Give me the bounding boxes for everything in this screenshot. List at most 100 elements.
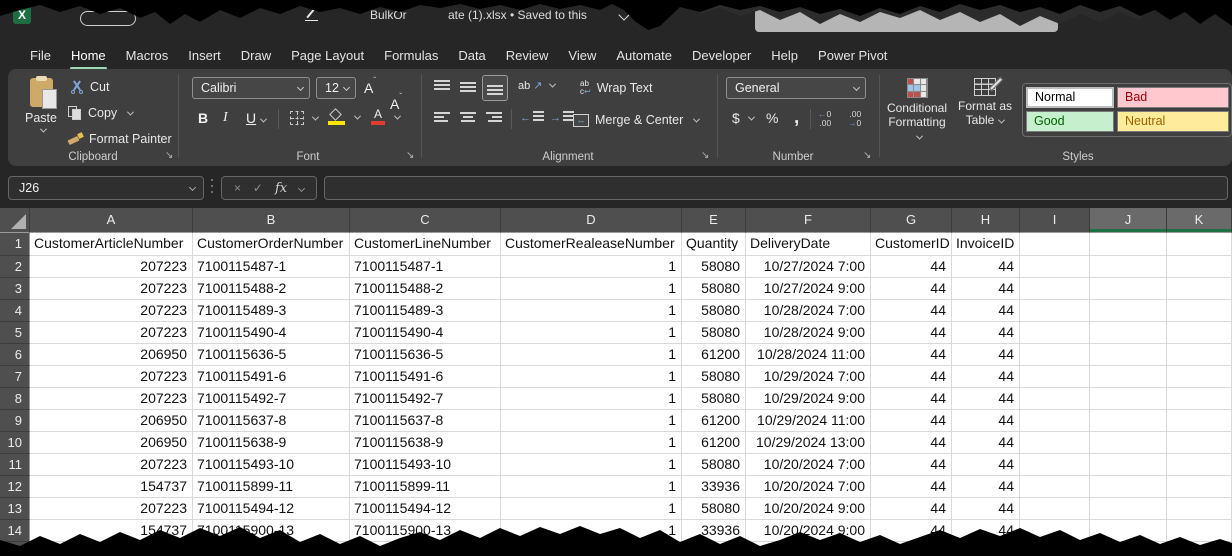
cell[interactable]: 58080 [682, 366, 746, 388]
cell[interactable] [1167, 542, 1232, 556]
cell[interactable]: 44 [952, 410, 1020, 432]
cell[interactable]: 44 [871, 410, 952, 432]
tab-formulas[interactable]: Formulas [374, 43, 448, 68]
cell[interactable]: 1 [501, 366, 682, 388]
cell[interactable]: 44 [871, 322, 952, 344]
cell[interactable]: 7100115491-6 [193, 366, 350, 388]
cell[interactable]: 44 [871, 344, 952, 366]
cell[interactable]: 207223 [30, 454, 193, 476]
cell[interactable]: 58080 [682, 256, 746, 278]
cell[interactable]: 1 [501, 410, 682, 432]
cell[interactable]: 44 [871, 432, 952, 454]
cell[interactable]: 1 [501, 432, 682, 454]
row-header[interactable]: 8 [0, 388, 30, 410]
cell[interactable]: 10/29/2024 9:00 [746, 388, 871, 410]
cell[interactable]: InvoiceID [952, 233, 1020, 256]
cell[interactable] [1090, 278, 1167, 300]
row-header[interactable] [0, 542, 30, 556]
cell[interactable]: 207223 [30, 278, 193, 300]
cell[interactable] [1167, 322, 1232, 344]
tab-help[interactable]: Help [761, 43, 808, 68]
cell[interactable] [1020, 542, 1090, 556]
bold-button[interactable]: B [198, 110, 208, 126]
cell[interactable] [1020, 300, 1090, 322]
cell[interactable]: 7100115487-1 [350, 256, 501, 278]
cell[interactable]: 7100115492-7 [193, 388, 350, 410]
row-header[interactable]: 13 [0, 498, 30, 520]
cell[interactable] [1090, 233, 1167, 256]
cell[interactable]: 7100115638-9 [350, 432, 501, 454]
cell[interactable]: 7100115490-4 [193, 322, 350, 344]
comma-style-button[interactable]: , [794, 113, 799, 123]
cell[interactable]: 1 [501, 256, 682, 278]
tab-power-pivot[interactable]: Power Pivot [808, 43, 897, 68]
cell[interactable]: 44 [952, 520, 1020, 542]
cell[interactable] [1020, 366, 1090, 388]
cell[interactable]: 1 [501, 476, 682, 498]
fill-color-button[interactable] [328, 109, 360, 125]
align-left-button[interactable] [434, 112, 450, 126]
cell[interactable] [501, 542, 682, 556]
tab-developer[interactable]: Developer [682, 43, 761, 68]
cell[interactable]: 1 [501, 344, 682, 366]
row-header[interactable]: 11 [0, 454, 30, 476]
cell[interactable]: 61200 [682, 344, 746, 366]
cell[interactable]: Quantity [682, 233, 746, 256]
column-header-J[interactable]: J [1090, 208, 1167, 233]
cell[interactable]: 44 [871, 256, 952, 278]
tab-data[interactable]: Data [448, 43, 495, 68]
cell[interactable] [1020, 432, 1090, 454]
cell[interactable]: 7100115494-12 [350, 498, 501, 520]
cell[interactable] [1167, 300, 1232, 322]
top-align-button[interactable] [434, 80, 450, 94]
cell[interactable] [30, 542, 193, 556]
cut-button[interactable]: Cut [70, 80, 109, 94]
cell[interactable]: 58080 [682, 300, 746, 322]
cell[interactable]: 58080 [682, 388, 746, 410]
cell[interactable] [1090, 388, 1167, 410]
tab-page-layout[interactable]: Page Layout [281, 43, 374, 68]
row-header[interactable]: 6 [0, 344, 30, 366]
cell[interactable]: 1 [501, 300, 682, 322]
cell[interactable]: 1 [501, 278, 682, 300]
column-header-G[interactable]: G [871, 208, 952, 233]
middle-align-button[interactable] [460, 80, 476, 94]
decrease-indent-button[interactable]: ← [520, 111, 544, 125]
column-header-A[interactable]: A [30, 208, 193, 233]
cell[interactable]: 207223 [30, 300, 193, 322]
alignment-dialog-launcher-icon[interactable]: ↘ [701, 150, 709, 161]
cell[interactable]: 7100115637-8 [350, 410, 501, 432]
cell[interactable]: 1 [501, 388, 682, 410]
cell[interactable]: 10/20/2024 7:00 [746, 454, 871, 476]
tab-home[interactable]: Home [61, 43, 116, 68]
row-header[interactable]: 10 [0, 432, 30, 454]
cell[interactable]: 7100115488-2 [193, 278, 350, 300]
cell[interactable] [1090, 256, 1167, 278]
cell[interactable] [1090, 498, 1167, 520]
cell[interactable]: 7100115494-12 [193, 498, 350, 520]
cell[interactable] [1090, 366, 1167, 388]
italic-button[interactable]: I [223, 110, 228, 126]
cell[interactable] [1167, 498, 1232, 520]
merge-center-button[interactable]: ↔ Merge & Center [573, 113, 699, 127]
cell[interactable]: 154737 [30, 476, 193, 498]
cell[interactable] [1090, 344, 1167, 366]
column-header-B[interactable]: B [193, 208, 350, 233]
cell[interactable]: 44 [952, 300, 1020, 322]
tab-insert[interactable]: Insert [178, 43, 231, 68]
cell[interactable]: 44 [952, 432, 1020, 454]
cancel-entry-icon[interactable]: × [234, 181, 241, 195]
cell[interactable]: 1 [501, 520, 682, 542]
cell[interactable]: 207223 [30, 388, 193, 410]
cell[interactable] [1020, 322, 1090, 344]
cell[interactable] [1020, 233, 1090, 256]
cell[interactable]: 7100115636-5 [350, 344, 501, 366]
cell[interactable]: CustomerID [871, 233, 952, 256]
cell[interactable]: 7100115899-11 [193, 476, 350, 498]
row-header[interactable]: 4 [0, 300, 30, 322]
cell-style-normal[interactable]: Normal [1026, 87, 1114, 108]
name-box[interactable]: J26 [8, 176, 204, 200]
cell[interactable]: 1 [501, 454, 682, 476]
title-saved-chevron-icon[interactable] [618, 9, 629, 20]
cell[interactable]: 7100115900-13 [193, 520, 350, 542]
